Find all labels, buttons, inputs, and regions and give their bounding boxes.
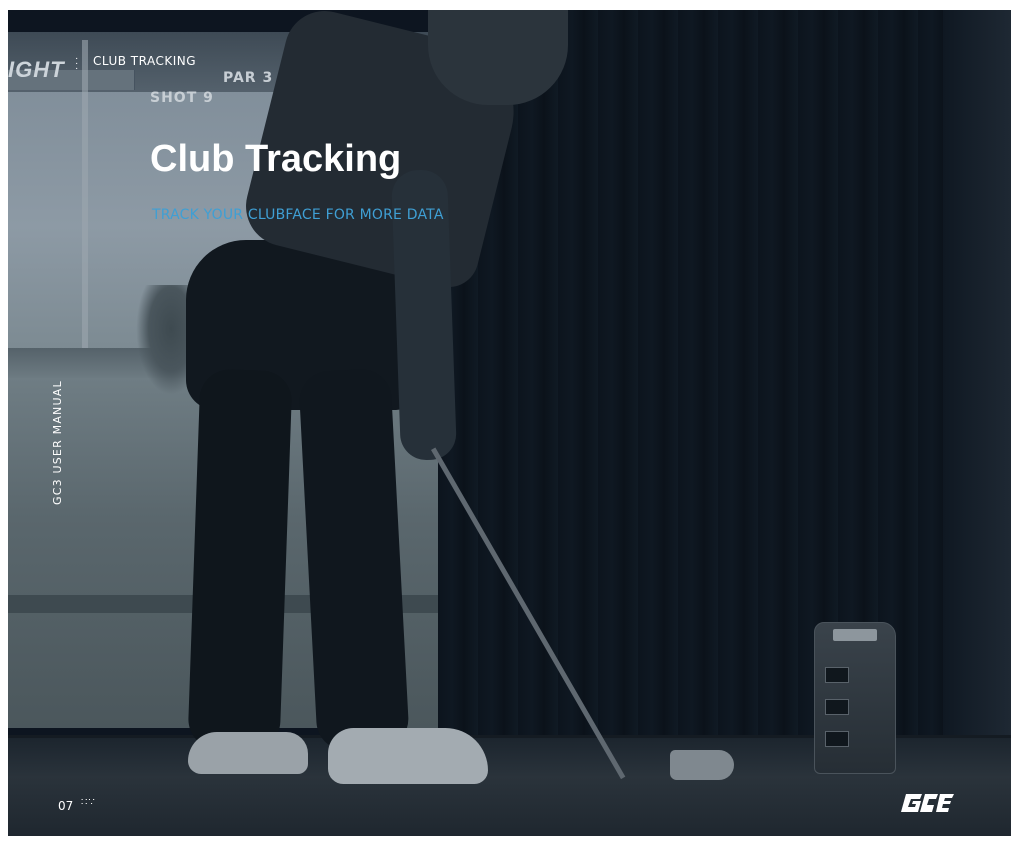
- vertical-dots-icon: · · ·: [75, 53, 79, 74]
- section-label: CLUB TRACKING: [93, 54, 197, 68]
- dotted-grid-icon: ∷∵: [81, 797, 96, 808]
- black-curtain: [438, 10, 1011, 740]
- manual-side-label: GC3 USER MANUAL: [51, 380, 64, 505]
- golfer-left-leg: [187, 368, 293, 752]
- gc3-logo-icon: [901, 794, 954, 812]
- golfer-left-shoe: [188, 732, 308, 774]
- page-subtitle: TRACK YOUR CLUBFACE FOR MORE DATA: [152, 207, 444, 223]
- club-head: [670, 750, 734, 780]
- page-number: 07: [58, 799, 74, 813]
- simulator-logo: IGHT: [8, 57, 65, 82]
- simulator-shot-readout: SHOT 9: [150, 90, 214, 106]
- manual-page: IGHT PAR 3 SHOT 9 · · · CLUB TRACKING Club…: [8, 10, 1011, 836]
- page-title: Club Tracking: [150, 138, 402, 180]
- curtain-edge: [943, 10, 1011, 740]
- launch-monitor-device: [814, 622, 896, 774]
- golfer-right-shoe: [328, 728, 488, 784]
- simulator-par-readout: PAR 3: [223, 70, 274, 86]
